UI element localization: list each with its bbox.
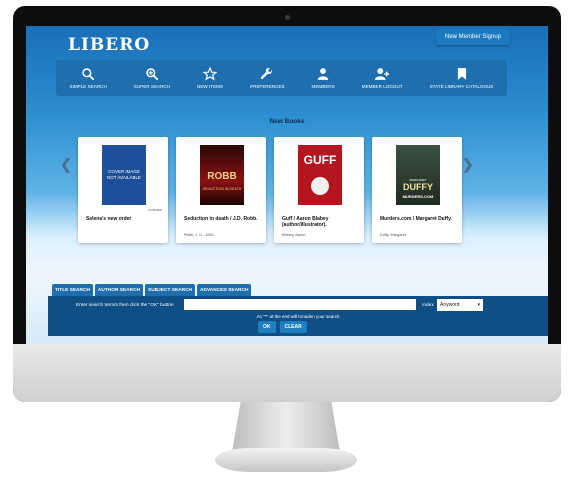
screen: LIBERO New Member Signup SIMPLE SEARCH S…: [26, 26, 548, 346]
nav-member-logout[interactable]: MEMBER LOGOUT: [362, 67, 403, 89]
nav-members[interactable]: MEMBERS: [312, 67, 335, 89]
book-cover: GUFF: [298, 145, 342, 205]
cover-text: COVER IMAGE NOT AVAILABLE: [106, 169, 142, 180]
book-author: Blabey, Aaron: [282, 233, 306, 237]
nav-label: MEMBERS: [311, 84, 335, 89]
book-card[interactable]: COVER IMAGE NOT AVAILABLE JUNFRED Selena…: [78, 137, 168, 243]
monitor-stand: [232, 402, 340, 452]
search-icon: [82, 68, 95, 81]
book-author: Duffy, Margaret: [380, 233, 406, 237]
search-instruction: Enter search term/s then click the "OK" …: [76, 303, 174, 308]
book-cover: MARGARET DUFFY MURDERS.COM: [396, 145, 440, 205]
nav-super-search[interactable]: SUPER SEARCH: [134, 67, 170, 89]
book-cover: ROBB SEDUCTION IN DEATH: [200, 145, 244, 205]
cover-subtitle: MURDERS.COM: [402, 194, 434, 199]
book-cover: COVER IMAGE NOT AVAILABLE: [102, 145, 146, 205]
search-panel: Enter search term/s then click the "OK" …: [48, 296, 548, 336]
nav-label: STATE LIBRARY CATALOGUE: [429, 84, 494, 89]
nav-label: NEW ITEMS: [197, 84, 224, 89]
nav-label: MEMBER LOGOUT: [361, 84, 403, 89]
cover-illustration: [311, 177, 329, 195]
index-label: Index: [422, 303, 434, 308]
user-icon: [317, 68, 329, 80]
carousel-prev-icon[interactable]: ❮: [60, 156, 72, 173]
book-author: Robb, J. D., 1950-: [184, 233, 215, 237]
cover-subtitle: SEDUCTION IN DEATH: [202, 187, 242, 191]
monitor-chin: [13, 344, 561, 402]
chevron-down-icon: ▾: [477, 302, 480, 308]
wrench-icon: [261, 67, 273, 80]
nav-label: PREFERENCES: [250, 84, 285, 89]
new-books-title: New Books: [269, 118, 305, 125]
book-card[interactable]: ROBB SEDUCTION IN DEATH Seduction in dea…: [176, 137, 266, 243]
cover-text: GUFF: [303, 153, 337, 167]
book-title: Murders.com / Margaret Duffy.: [380, 216, 452, 222]
index-select[interactable]: Anyword ▾: [437, 299, 483, 311]
book-card[interactable]: MARGARET DUFFY MURDERS.COM Murders.com /…: [372, 137, 462, 243]
clear-button[interactable]: CLEAR: [279, 321, 307, 333]
nav-state-library-catalogue[interactable]: STATE LIBRARY CATALOGUE: [429, 67, 494, 89]
nav-label: SIMPLE SEARCH: [69, 84, 107, 89]
search-note: An "*" at the end will broaden your sear…: [256, 314, 340, 319]
nav-preferences[interactable]: PREFERENCES: [250, 67, 285, 89]
cover-text: DUFFY: [403, 182, 433, 192]
cover-tag: JUNFRED: [148, 208, 162, 212]
user-plus-icon: [375, 68, 390, 80]
book-card[interactable]: GUFF Guff / Aaron Blabey (author/illustr…: [274, 137, 364, 243]
nav-label: SUPER SEARCH: [133, 84, 171, 89]
book-title: Selena's new order: [86, 216, 132, 222]
nav-new-items[interactable]: NEW ITEMS: [197, 67, 223, 89]
bookmark-icon: [457, 68, 466, 80]
monitor-base: [215, 448, 357, 472]
new-member-signup-button[interactable]: New Member Signup: [436, 29, 511, 45]
book-title: Seduction in death / J.D. Robb.: [184, 216, 258, 222]
star-icon: [203, 67, 218, 81]
search-buttons: OK CLEAR: [258, 321, 307, 333]
main-nav: SIMPLE SEARCH SUPER SEARCH NEW ITEMS PRE…: [56, 60, 507, 96]
zoom-in-icon: [146, 68, 159, 81]
ok-button[interactable]: OK: [258, 321, 276, 333]
cover-text: ROBB: [207, 171, 237, 182]
nav-simple-search[interactable]: SIMPLE SEARCH: [70, 67, 107, 89]
libero-logo: LIBERO: [68, 35, 151, 55]
carousel-next-icon[interactable]: ❯: [462, 156, 474, 173]
webcam: [285, 15, 290, 20]
search-input[interactable]: [184, 299, 416, 310]
book-title: Guff / Aaron Blabey (author/illustrator)…: [282, 216, 329, 229]
index-select-value: Anyword: [440, 302, 460, 308]
